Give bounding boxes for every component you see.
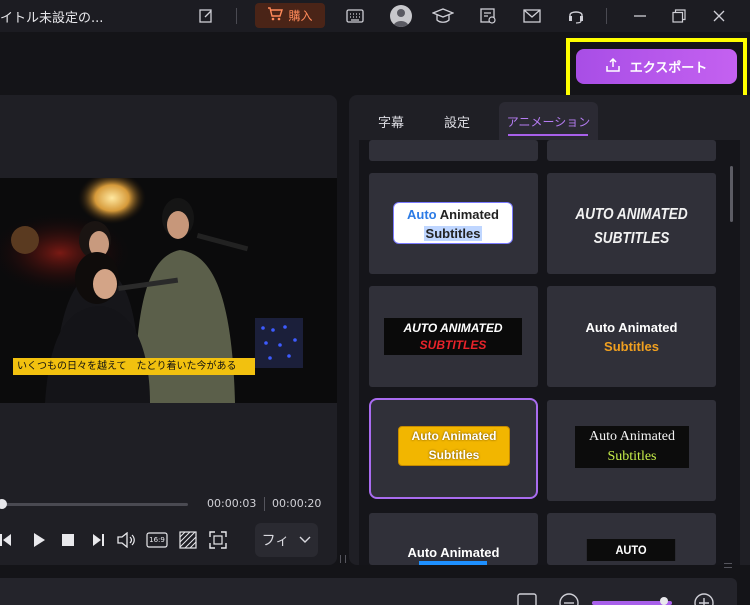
style-preview: AUTO ANIMATED SUBTITLES — [575, 206, 688, 247]
support-icon[interactable] — [566, 6, 586, 26]
volume-icon[interactable] — [117, 529, 137, 551]
keyboard-icon[interactable] — [345, 6, 365, 26]
style-preview: Auto Animated Subtitles — [398, 426, 510, 466]
style-preview: Auto Animated Subtitles — [393, 202, 513, 244]
play-icon[interactable] — [31, 529, 47, 551]
separator — [236, 8, 237, 24]
style-preview: AUTO ANIMATED — [586, 539, 676, 561]
buy-label: 購入 — [288, 9, 313, 23]
style-card[interactable]: AUTO ANIMATED — [547, 513, 716, 565]
snapshot-icon[interactable] — [516, 592, 538, 605]
style-grid-scrollbar[interactable] — [730, 166, 733, 222]
cart-icon — [267, 7, 284, 24]
buy-button[interactable]: 購入 — [255, 3, 325, 28]
chevron-down-icon — [299, 532, 311, 548]
style-card-partial[interactable] — [369, 140, 538, 161]
zoom-out-icon[interactable] — [558, 592, 580, 605]
style-card[interactable]: Auto Animated — [369, 513, 538, 565]
style-card[interactable]: AUTO ANIMATED SUBTITLES — [547, 173, 716, 274]
zoom-in-icon[interactable] — [693, 592, 715, 605]
minimize-icon[interactable] — [630, 6, 650, 26]
window-title: イトル未設定の... — [0, 11, 104, 26]
style-card[interactable]: Auto Animated Subtitles — [369, 173, 538, 274]
separator — [606, 8, 607, 24]
tab-settings[interactable]: 設定 — [444, 112, 470, 131]
stop-icon[interactable] — [60, 529, 76, 551]
style-card-partial[interactable] — [547, 140, 716, 161]
style-card[interactable]: Auto Animated Subtitles — [547, 400, 716, 501]
style-preview: Auto Animated — [407, 545, 500, 560]
active-tab-indicator — [508, 134, 588, 136]
tools-icon[interactable] — [478, 6, 498, 26]
prev-frame-icon[interactable] — [0, 529, 14, 551]
total-time: 00:00:20 — [272, 497, 322, 510]
style-card[interactable]: Auto Animated Subtitles — [547, 286, 716, 387]
title-bar: イトル未設定の... 購入 — [0, 0, 750, 32]
current-time: 00:00:03 — [207, 497, 257, 510]
style-preview-underline — [419, 561, 487, 565]
style-preview: Auto Animated Subtitles — [575, 426, 689, 468]
avatar — [390, 5, 412, 27]
quality-icon[interactable] — [179, 529, 197, 551]
timeline-resize-handle[interactable] — [724, 563, 732, 568]
fit-dropdown[interactable]: フィ — [255, 523, 318, 557]
style-card-selected[interactable]: Auto Animated Subtitles — [369, 398, 538, 499]
export-icon — [605, 57, 620, 76]
edit-icon[interactable] — [196, 6, 216, 26]
tab-subtitles[interactable]: 字幕 — [378, 112, 404, 131]
close-icon[interactable] — [709, 6, 729, 26]
panel-resize-handle[interactable] — [340, 555, 346, 563]
progress-bar[interactable] — [0, 503, 188, 506]
time-separator — [264, 497, 265, 511]
style-preview: AUTO ANIMATED SUBTITLES — [384, 318, 522, 355]
aspect-ratio-label: 16:9 — [149, 536, 165, 544]
aspect-ratio-icon[interactable]: 16:9 — [146, 529, 168, 551]
restore-icon[interactable] — [669, 6, 689, 26]
style-preview: Auto Animated Subtitles — [585, 320, 678, 354]
mail-icon[interactable] — [522, 6, 542, 26]
learn-icon[interactable] — [431, 6, 455, 26]
account-icon[interactable] — [389, 5, 413, 27]
tab-animation-label: アニメーション — [506, 114, 591, 129]
export-label: エクスポート — [629, 61, 708, 76]
style-card[interactable]: AUTO ANIMATED SUBTITLES — [369, 286, 538, 387]
subtitle-overlay[interactable]: いくつもの日々を越えて たどり着いた今がある — [13, 358, 255, 375]
fit-label: フィ — [261, 533, 290, 549]
zoom-slider-handle[interactable] — [660, 597, 668, 605]
next-frame-icon[interactable] — [89, 529, 105, 551]
export-button[interactable]: エクスポート — [576, 49, 737, 84]
fullscreen-icon[interactable] — [209, 529, 227, 551]
